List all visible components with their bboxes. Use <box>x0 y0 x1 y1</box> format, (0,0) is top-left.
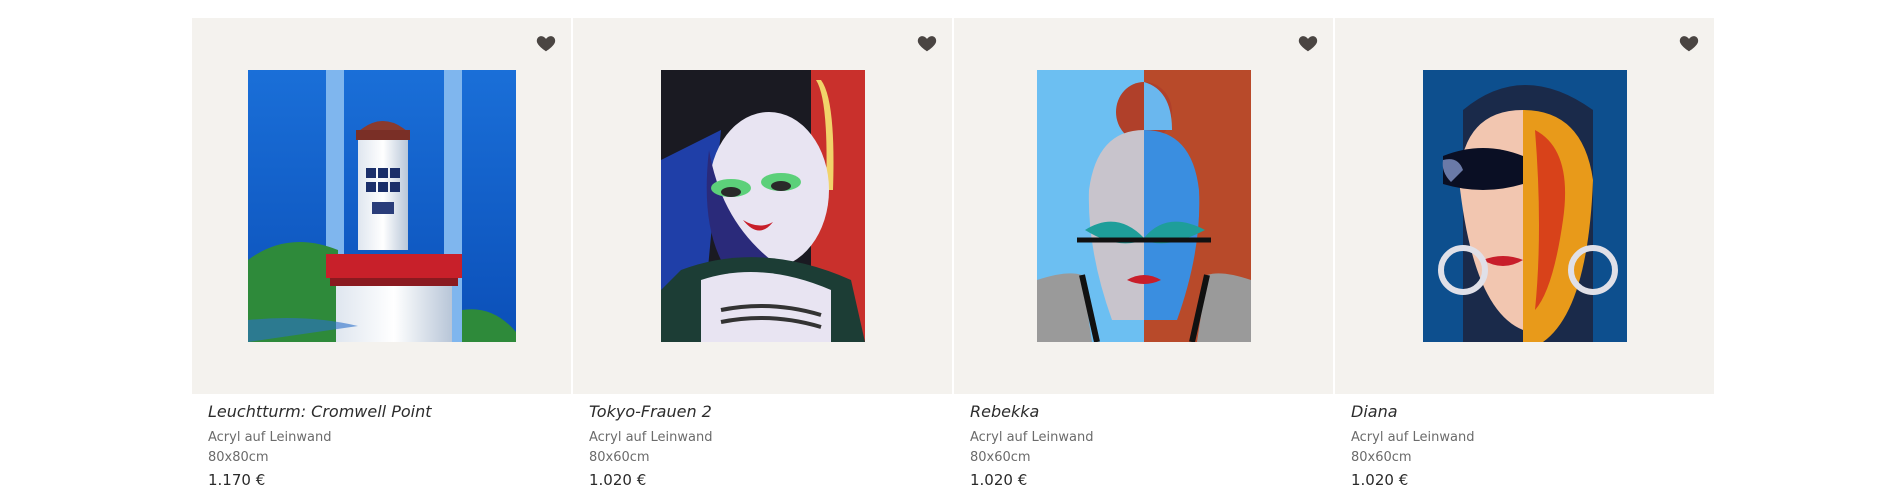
artwork-image[interactable] <box>660 70 865 342</box>
product-title[interactable]: Rebekka <box>970 402 1317 421</box>
product-image-tile[interactable] <box>1335 18 1714 394</box>
product-image-tile[interactable] <box>192 18 571 394</box>
product-grid: Leuchtturm: Cromwell Point Acryl auf Lei… <box>192 18 1714 489</box>
artwork-image[interactable] <box>247 70 516 342</box>
product-size: 80x60cm <box>1351 450 1412 465</box>
product-size: 80x80cm <box>208 450 269 465</box>
product-title[interactable]: Diana <box>1351 402 1698 421</box>
product-card[interactable]: Rebekka Acryl auf Leinwand 80x60cm 1.020… <box>954 18 1333 489</box>
product-price: 1.170 € <box>208 471 266 489</box>
product-price: 1.020 € <box>1351 471 1409 489</box>
heart-icon[interactable] <box>535 32 557 54</box>
product-medium: Acryl auf Leinwand <box>208 430 332 445</box>
heart-icon[interactable] <box>1297 32 1319 54</box>
product-price: 1.020 € <box>970 471 1028 489</box>
product-size: 80x60cm <box>970 450 1031 465</box>
product-medium: Acryl auf Leinwand <box>1351 430 1475 445</box>
product-card[interactable]: Diana Acryl auf Leinwand 80x60cm 1.020 € <box>1335 18 1714 489</box>
artwork-image[interactable] <box>1036 70 1251 342</box>
product-medium: Acryl auf Leinwand <box>589 430 713 445</box>
product-title[interactable]: Leuchtturm: Cromwell Point <box>208 402 555 421</box>
product-title[interactable]: Tokyo-Frauen 2 <box>589 402 936 421</box>
product-price: 1.020 € <box>589 471 647 489</box>
product-medium: Acryl auf Leinwand <box>970 430 1094 445</box>
heart-icon[interactable] <box>1678 32 1700 54</box>
product-card[interactable]: Leuchtturm: Cromwell Point Acryl auf Lei… <box>192 18 571 489</box>
product-image-tile[interactable] <box>573 18 952 394</box>
product-card[interactable]: Tokyo-Frauen 2 Acryl auf Leinwand 80x60c… <box>573 18 952 489</box>
heart-icon[interactable] <box>916 32 938 54</box>
product-size: 80x60cm <box>589 450 650 465</box>
artwork-image[interactable] <box>1422 70 1627 342</box>
product-image-tile[interactable] <box>954 18 1333 394</box>
